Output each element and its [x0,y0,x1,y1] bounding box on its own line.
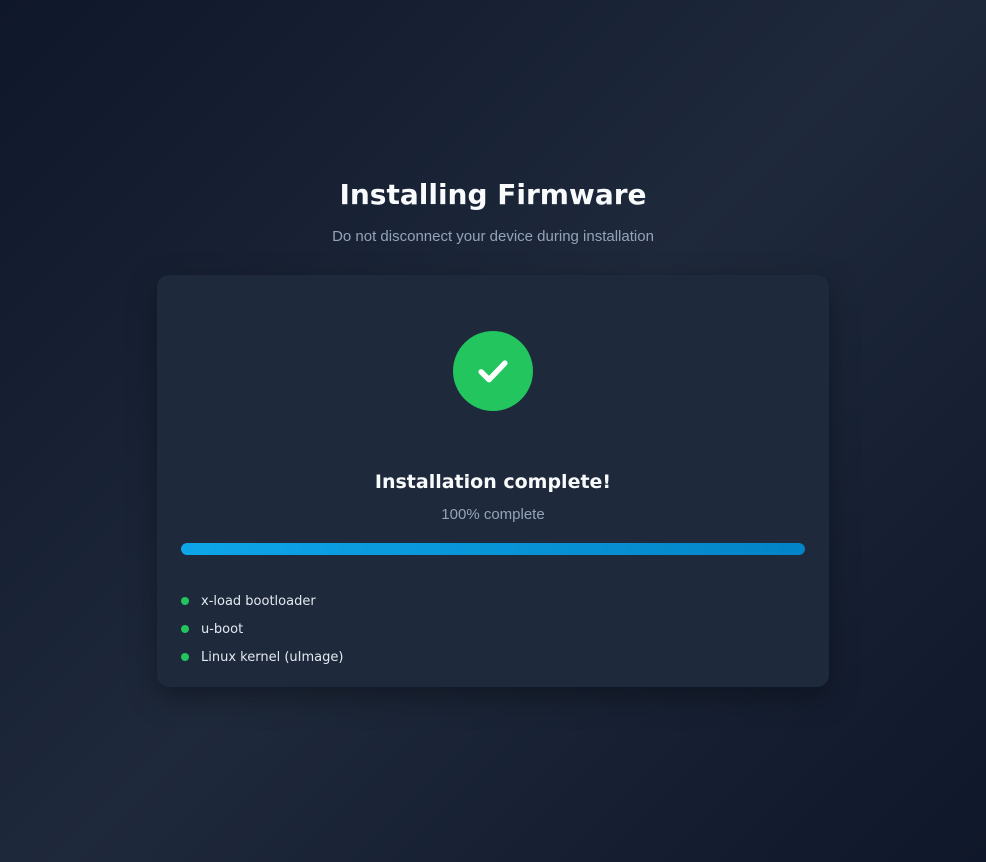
checkmark-icon [478,360,508,383]
component-label: Linux kernel (uImage) [201,649,344,665]
status-dot-icon [181,597,189,605]
component-item: x-load bootloader [181,587,343,615]
component-list: x-load bootloader u-boot Linux kernel (uIm… [181,587,343,671]
component-item: u-boot [181,615,343,643]
status-dot-icon [181,625,189,633]
progress-bar-fill [181,543,805,555]
progress-bar [181,543,805,555]
component-label: x-load bootloader [201,593,316,609]
progress-percent: 100% complete [441,506,545,523]
component-item: Linux kernel (uImage) [181,643,343,671]
page-header: Installing Firmware Do not disconnect yo… [0,176,986,246]
status-dot-icon [181,653,189,661]
component-label: u-boot [201,621,244,637]
install-card: Installation complete! 100% complete x-l… [157,275,829,687]
page-subtitle: Do not disconnect your device during ins… [332,228,654,245]
success-badge [453,331,533,411]
page-title: Installing Firmware [339,178,647,211]
status-title: Installation complete! [374,471,612,493]
